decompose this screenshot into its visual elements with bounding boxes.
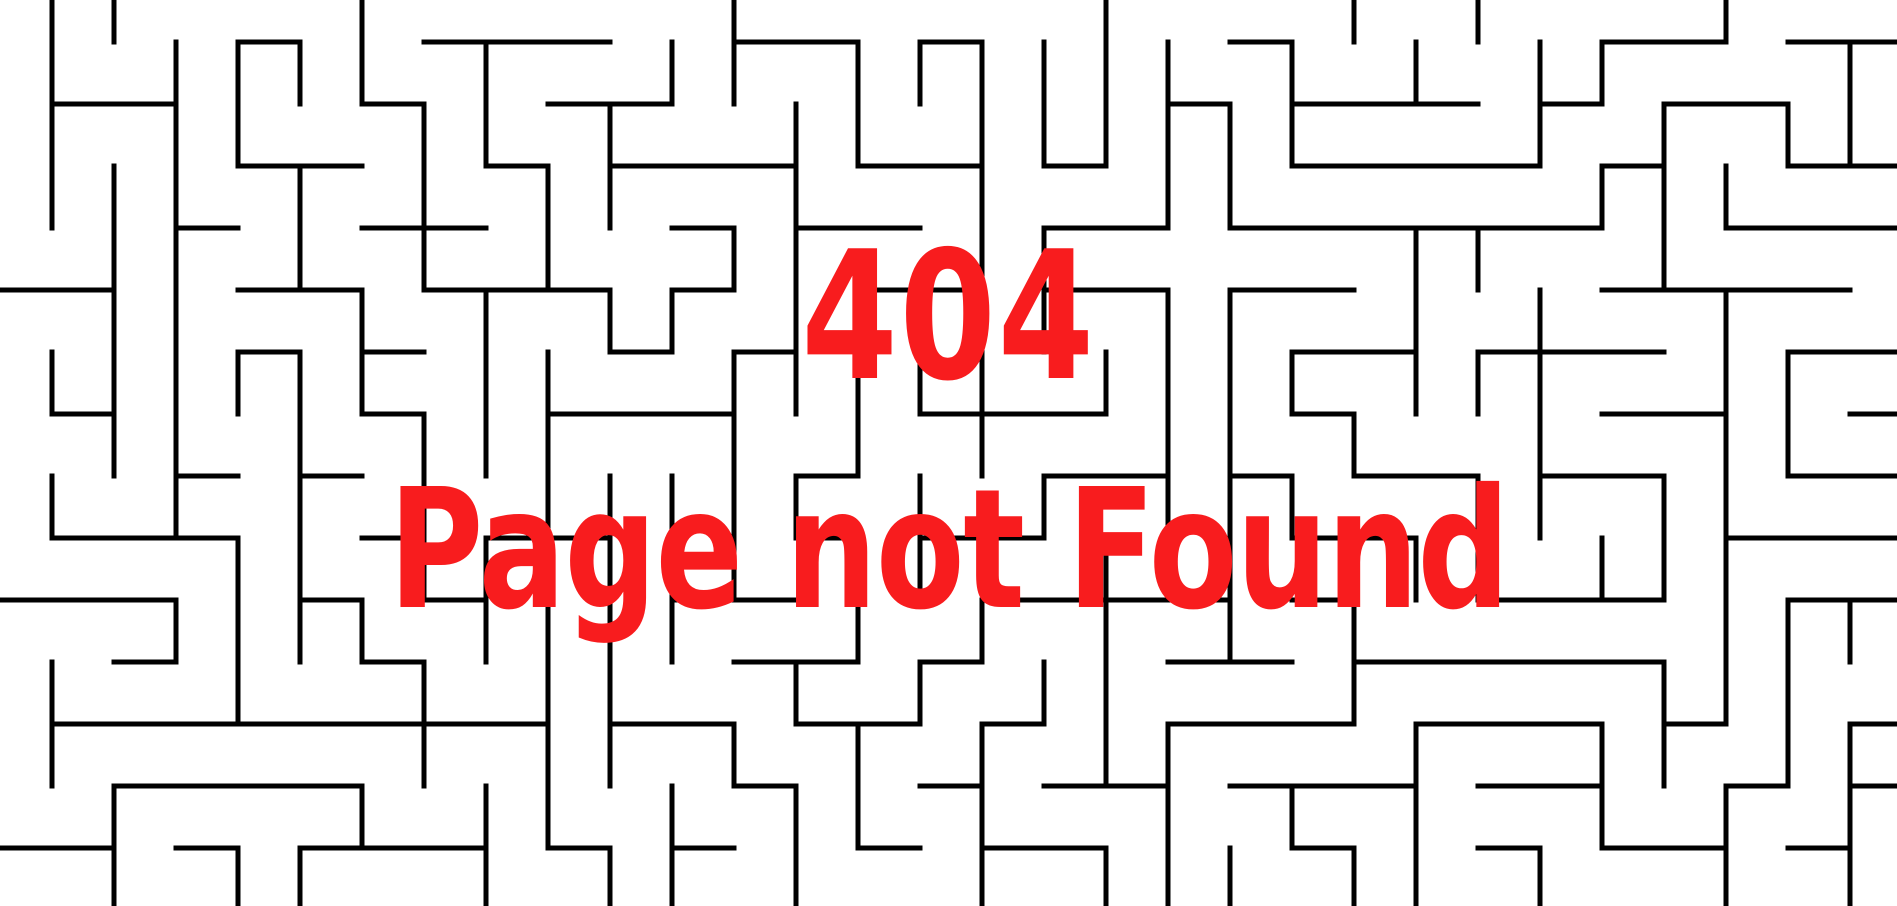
maze-background [0, 0, 1897, 906]
error-page: 404 Page not Found [0, 0, 1897, 906]
error-message: Page not Found [388, 454, 1510, 647]
error-code: 404 [801, 213, 1096, 420]
